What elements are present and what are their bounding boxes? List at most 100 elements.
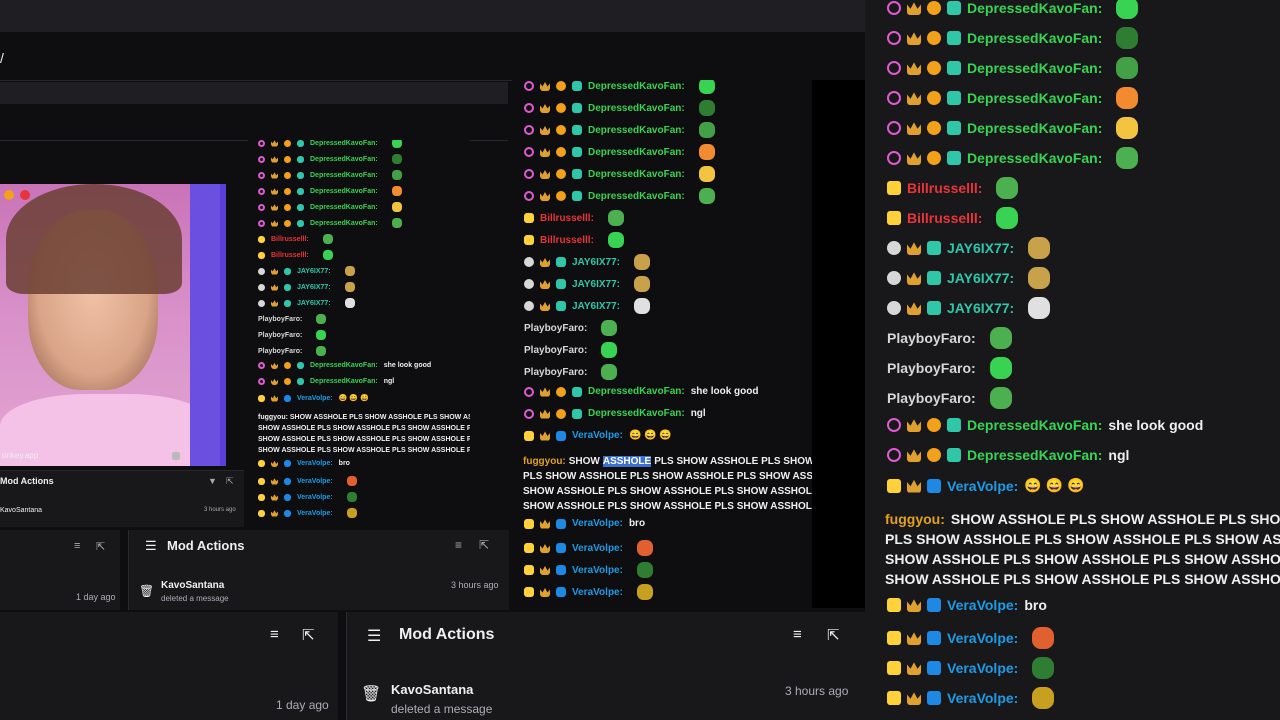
crown-badge-icon[interactable]: [907, 242, 921, 255]
crown-badge-icon[interactable]: [540, 148, 550, 157]
pink-badge-icon[interactable]: [258, 171, 265, 179]
glitch-badge-icon[interactable]: [556, 279, 566, 289]
sub-badge-icon[interactable]: [524, 430, 534, 441]
emote-icon[interactable]: [607, 232, 624, 248]
chat-username[interactable]: VeraVolpe:: [572, 518, 623, 529]
emote-icon[interactable]: [989, 357, 1012, 379]
mid-filter-icon[interactable]: ≡: [455, 538, 462, 552]
crown-badge-icon[interactable]: [907, 479, 921, 493]
gold-badge-icon[interactable]: [556, 191, 566, 201]
emote-icon[interactable]: [1028, 267, 1051, 289]
pink-badge-icon[interactable]: [258, 362, 265, 369]
sub-badge-icon[interactable]: [524, 235, 534, 245]
chat-username[interactable]: VeraVolpe:: [947, 630, 1018, 646]
gold-badge-icon[interactable]: [556, 169, 566, 179]
emote-icon[interactable]: [316, 330, 327, 340]
emote-icon[interactable]: [989, 327, 1012, 349]
emote-icon[interactable]: [636, 540, 653, 556]
chat-username[interactable]: VeraVolpe:: [572, 430, 623, 441]
blue-badge-icon[interactable]: [927, 478, 941, 493]
glitch-badge-icon[interactable]: [572, 169, 582, 179]
chat-username[interactable]: VeraVolpe:: [297, 460, 333, 467]
chat-username[interactable]: VeraVolpe:: [947, 690, 1018, 706]
emote-icon[interactable]: [698, 80, 715, 94]
emote-icon[interactable]: [1032, 687, 1055, 709]
chat-username[interactable]: Billrusselll:: [271, 252, 309, 259]
bottom-filter-icon[interactable]: ≡: [793, 626, 802, 643]
gold-badge-icon[interactable]: [927, 121, 941, 135]
glitch-badge-icon[interactable]: [572, 408, 582, 419]
crown-badge-icon[interactable]: [907, 152, 921, 165]
emote-icon[interactable]: [344, 298, 355, 308]
gold-badge-icon[interactable]: [284, 187, 291, 195]
pink-badge-icon[interactable]: [524, 408, 534, 419]
chat-username[interactable]: DepressedKavoFan:: [588, 103, 685, 114]
chat-username[interactable]: DepressedKavoFan:: [588, 125, 685, 136]
chat-username[interactable]: Billrusselll:: [907, 210, 982, 226]
glitch-badge-icon[interactable]: [947, 1, 961, 15]
sub-badge-icon[interactable]: [887, 478, 901, 493]
gold-badge-icon[interactable]: [556, 81, 566, 91]
crown-badge-icon[interactable]: [540, 104, 550, 113]
mid-popout-icon[interactable]: ⇱: [479, 538, 489, 552]
chat-username[interactable]: DepressedKavoFan:: [967, 30, 1102, 46]
emote-icon[interactable]: [607, 210, 624, 226]
bottom-popout-icon-left[interactable]: ⇱: [302, 626, 315, 644]
pink-badge-icon[interactable]: [524, 169, 534, 179]
collapse-icon[interactable]: /: [0, 50, 4, 66]
sub-badge-icon[interactable]: [524, 518, 534, 529]
sub-badge-icon[interactable]: [258, 394, 265, 402]
emote-icon[interactable]: [391, 140, 402, 148]
crown-badge-icon[interactable]: [540, 431, 550, 441]
chat-username[interactable]: DepressedKavoFan:: [310, 378, 378, 385]
crown-badge-icon[interactable]: [540, 519, 550, 529]
glitch-badge-icon[interactable]: [572, 103, 582, 113]
sub-badge-icon[interactable]: [524, 565, 534, 575]
blue-badge-icon[interactable]: [927, 691, 941, 705]
pink-badge-icon[interactable]: [887, 61, 901, 75]
chat-username[interactable]: VeraVolpe:: [297, 395, 333, 402]
chat-username[interactable]: DepressedKavoFan:: [310, 362, 378, 369]
glitch-badge-icon[interactable]: [297, 155, 304, 163]
chat-username[interactable]: VeraVolpe:: [947, 660, 1018, 676]
glitch-badge-icon[interactable]: [297, 171, 304, 179]
mid-filter-icon-left[interactable]: ≡: [74, 540, 80, 552]
sub-badge-icon[interactable]: [258, 477, 265, 485]
glitch-badge-icon[interactable]: [572, 147, 582, 157]
chat-username[interactable]: JAY6IX77:: [572, 257, 620, 268]
chat-username[interactable]: DepressedKavoFan:: [967, 90, 1102, 106]
emote-icon[interactable]: [1116, 57, 1139, 79]
chat-username[interactable]: DepressedKavoFan:: [310, 220, 378, 227]
crown-badge-icon[interactable]: [271, 268, 278, 275]
chat-username[interactable]: VeraVolpe:: [297, 510, 333, 517]
glitch-badge-icon[interactable]: [572, 125, 582, 135]
glitch-badge-icon[interactable]: [297, 378, 304, 385]
emote-icon[interactable]: [698, 166, 715, 182]
emote-icon[interactable]: [391, 186, 402, 196]
gold-badge-icon[interactable]: [284, 140, 291, 147]
crown-badge-icon[interactable]: [907, 302, 921, 315]
glitch-badge-icon[interactable]: [947, 121, 961, 135]
chat-username[interactable]: PlayboyFaro:: [524, 345, 587, 356]
emote-icon[interactable]: [346, 508, 357, 518]
gold-badge-icon[interactable]: [556, 103, 566, 113]
emote-icon[interactable]: [634, 298, 650, 314]
emote-icon[interactable]: [634, 276, 650, 292]
chat-username[interactable]: PlayboyFaro:: [524, 367, 587, 378]
emote-icon[interactable]: [698, 100, 715, 116]
chat-username[interactable]: DepressedKavoFan:: [588, 386, 685, 397]
emote-icon[interactable]: [1116, 27, 1139, 49]
gold-badge-icon[interactable]: [556, 408, 566, 419]
gold-badge-icon[interactable]: [927, 91, 941, 105]
emote-icon[interactable]: [1028, 237, 1051, 259]
emote-icon[interactable]: [996, 177, 1019, 199]
crown-badge-icon[interactable]: [271, 510, 278, 517]
emote-icon[interactable]: [391, 202, 402, 212]
chat-username[interactable]: Billrusselll:: [540, 235, 594, 246]
gray-badge-icon[interactable]: [258, 299, 265, 307]
pink-badge-icon[interactable]: [524, 147, 534, 157]
crown-badge-icon[interactable]: [271, 378, 278, 385]
chat-username[interactable]: VeraVolpe:: [297, 494, 333, 501]
gray-badge-icon[interactable]: [887, 271, 901, 285]
blue-badge-icon[interactable]: [556, 518, 566, 529]
